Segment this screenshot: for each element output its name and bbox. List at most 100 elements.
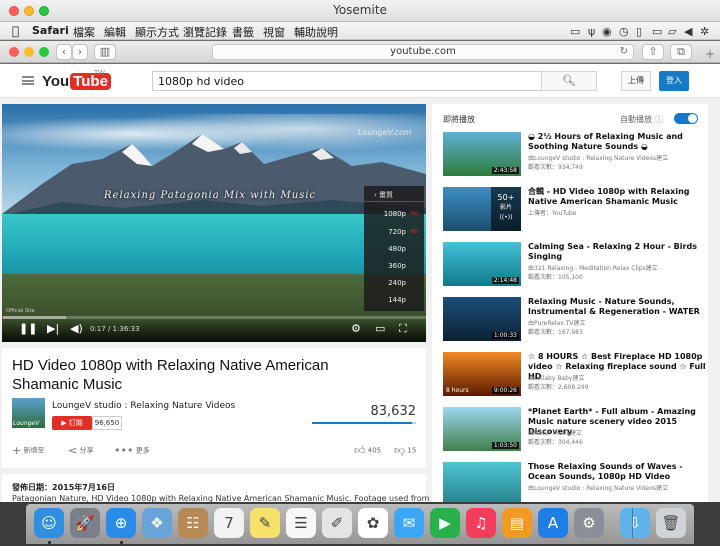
like-button[interactable]: 👍︎ 405	[354, 444, 381, 457]
trash-icon[interactable]: 🗑	[656, 508, 686, 538]
menu-history[interactable]: 瀏覽記錄	[183, 24, 227, 40]
battery-status-icon[interactable]: ▭	[570, 25, 580, 38]
settings-menu-icon[interactable]: ✲	[700, 25, 709, 38]
quality-option-1080p[interactable]: 1080p HD	[364, 210, 424, 218]
fullscreen-icon[interactable]: ⛶	[399, 322, 407, 336]
video-thumbnail[interactable]: 1:00:33	[443, 297, 521, 341]
time-machine-icon[interactable]: ◷	[619, 25, 629, 38]
autoplay-toggle[interactable]	[674, 113, 698, 124]
info-icon[interactable]: ⓘ	[655, 115, 663, 124]
messages-icon[interactable]: ✉	[394, 508, 424, 538]
channel-name[interactable]: LoungeV studio : Relaxing Nature Videos	[52, 401, 235, 411]
more-button[interactable]: ••• 更多	[114, 444, 150, 457]
recommendation-item[interactable]: 1:03:50 *Planet Earth* - Full album - Ama…	[443, 407, 703, 453]
itunes-icon[interactable]: ♫	[466, 508, 496, 538]
share-video-button[interactable]: < 分享	[68, 444, 93, 457]
recommendation-item[interactable]: 9:00:26 8 hours ☆ 8 HOURS ☆ Best Fireplace…	[443, 352, 706, 398]
reminders-icon[interactable]: ☰	[286, 508, 316, 538]
tabs-button[interactable]: ⧉	[670, 44, 692, 60]
quality-option-360p[interactable]: 360p	[364, 262, 424, 270]
recommendation-title[interactable]: 合輯 - HD Video 1080p with Relaxing Native…	[528, 187, 706, 207]
dislike-button[interactable]: 👎︎ 15	[394, 444, 416, 457]
next-video-icon[interactable]: ▶|	[47, 322, 59, 335]
menu-file[interactable]: 檔案	[73, 24, 95, 40]
ibooks-icon[interactable]: ▤	[502, 508, 532, 538]
share-button[interactable]: ⇧	[642, 44, 664, 60]
pause-icon[interactable]: ❚❚	[19, 322, 37, 335]
settings-gear-icon[interactable]: ⚙	[351, 322, 361, 335]
recommendation-item[interactable]: Those Relaxing Sounds of Waves - Ocean S…	[443, 462, 703, 502]
quality-menu-header[interactable]: ‹ 畫質	[364, 186, 424, 202]
minimize-window-button[interactable]	[24, 6, 34, 16]
subscribe-button[interactable]: ▶ 訂閱	[52, 416, 92, 430]
login-button[interactable]: 登入	[659, 71, 689, 91]
volume-icon[interactable]: ◀)	[70, 322, 83, 335]
screen-recording-icon[interactable]: ◉	[602, 25, 612, 38]
phone-icon[interactable]: ▯	[636, 25, 642, 38]
zoom-window-button[interactable]	[39, 6, 49, 16]
safari-close-button[interactable]	[9, 47, 19, 57]
folder-menu-icon[interactable]: ▱	[668, 25, 676, 38]
progress-bar[interactable]	[2, 316, 426, 319]
video-thumbnail[interactable]: 2:14:48	[443, 242, 521, 286]
back-button[interactable]: ‹	[56, 44, 72, 60]
quality-option-720p[interactable]: 720p HD	[364, 228, 424, 236]
quality-option-144p[interactable]: 144p	[364, 296, 424, 304]
menu-edit[interactable]: 編輯	[104, 24, 126, 40]
theater-mode-icon[interactable]: ▭	[375, 322, 385, 335]
address-bar[interactable]: youtube.com ↻	[212, 44, 634, 60]
upload-button[interactable]: 上傳	[621, 71, 651, 91]
recommendation-item[interactable]: 50+ 影片 ((•)) 合輯 - HD Video 1080p with Relax…	[443, 187, 703, 233]
sidebar-toggle-button[interactable]: ▥	[94, 44, 116, 60]
recommendation-item[interactable]: 1:00:33 Relaxing Music - Nature Sounds, I…	[443, 297, 703, 343]
usb-icon[interactable]: ψ	[588, 25, 595, 38]
finder-icon[interactable]: ☺	[34, 508, 64, 538]
hamburger-menu-icon[interactable]	[22, 76, 34, 85]
launchpad-icon[interactable]: 🚀	[70, 508, 100, 538]
safari-minimize-button[interactable]	[24, 47, 34, 57]
video-thumbnail[interactable]: 50+ 影片 ((•))	[443, 187, 521, 231]
menu-bookmarks[interactable]: 書籤	[232, 24, 254, 40]
search-input[interactable]: 1080p hd video	[152, 71, 542, 91]
recommendation-item[interactable]: 2:43:58 ◒ 2½ Hours of Relaxing Music and …	[443, 132, 703, 178]
recommendation-title[interactable]: ◒ 2½ Hours of Relaxing Music and Soothin…	[528, 132, 706, 152]
textedit-icon[interactable]: ✐	[322, 508, 352, 538]
calendar-icon[interactable]: 7	[214, 508, 244, 538]
preview-icon[interactable]: ❖	[142, 508, 172, 538]
new-tab-button[interactable]: +	[700, 47, 720, 63]
menu-view[interactable]: 顯示方式	[135, 24, 179, 40]
video-thumbnail[interactable]: 2:43:58	[443, 132, 521, 176]
youtube-logo[interactable]: You Tube TW	[42, 70, 111, 90]
search-button[interactable]: 🔍︎	[541, 71, 597, 91]
downloads-folder-icon[interactable]: ⇩	[620, 508, 650, 538]
recommendation-title[interactable]: Calming Sea - Relaxing 2 Hour - Birds Si…	[528, 242, 706, 262]
video-thumbnail[interactable]: 1:03:50	[443, 407, 521, 451]
menu-help[interactable]: 輔助說明	[294, 24, 338, 40]
quality-option-480p[interactable]: 480p	[364, 245, 424, 253]
safari-zoom-button[interactable]	[39, 47, 49, 57]
recommendation-item[interactable]: 2:14:48 Calming Sea - Relaxing 2 Hour - B…	[443, 242, 703, 288]
video-thumbnail[interactable]	[443, 462, 521, 502]
channel-avatar[interactable]: LoungeV	[12, 398, 45, 428]
safari-icon[interactable]: ⊕	[106, 508, 136, 538]
photos-icon[interactable]: ✿	[358, 508, 388, 538]
recommendation-title[interactable]: Those Relaxing Sounds of Waves - Ocean S…	[528, 462, 706, 482]
facetime-icon[interactable]: ▶	[430, 508, 460, 538]
contacts-icon[interactable]: ☷	[178, 508, 208, 538]
forward-button[interactable]: ›	[72, 44, 88, 60]
display-icon[interactable]: ▭	[652, 25, 662, 38]
volume-icon[interactable]: ◀	[684, 25, 692, 38]
video-player[interactable]: LoungeV.com Relaxing Patagonia Mix with …	[2, 104, 426, 342]
add-to-button[interactable]: + 新增至	[12, 444, 44, 457]
reload-icon[interactable]: ↻	[620, 45, 628, 59]
notes-icon[interactable]: ✎	[250, 508, 280, 538]
system-preferences-icon[interactable]: ⚙	[574, 508, 604, 538]
menu-window[interactable]: 視窗	[263, 24, 285, 40]
recommendation-title[interactable]: Relaxing Music - Nature Sounds, Instrume…	[528, 297, 706, 317]
app-store-icon[interactable]: A	[538, 508, 568, 538]
video-thumbnail[interactable]: 9:00:26 8 hours	[443, 352, 521, 396]
apple-menu-icon[interactable]: 	[12, 24, 19, 38]
quality-option-240p[interactable]: 240p	[364, 279, 424, 287]
menu-app[interactable]: Safari	[32, 24, 69, 37]
close-window-button[interactable]	[9, 6, 19, 16]
